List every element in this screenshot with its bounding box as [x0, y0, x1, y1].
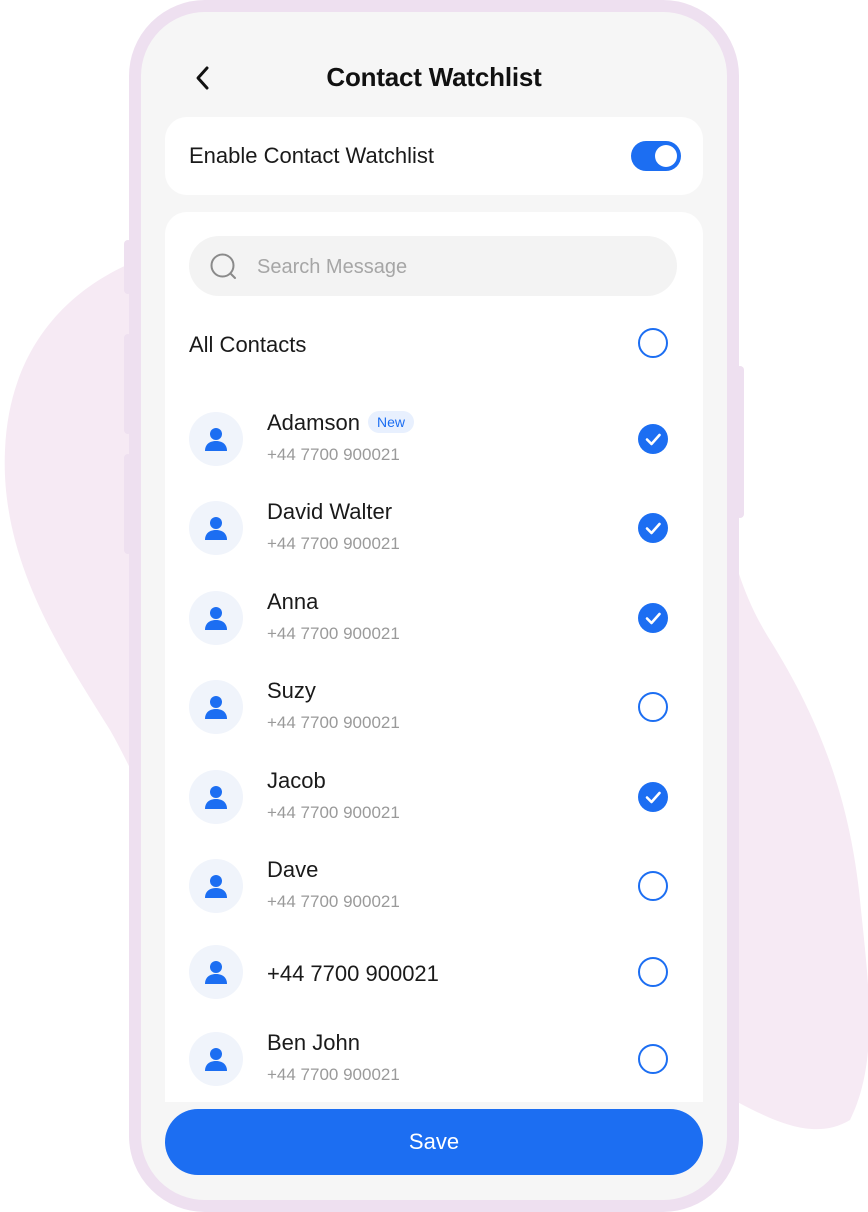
contact-name-text: Dave [267, 857, 319, 882]
toggle-knob [655, 145, 677, 167]
contact-checkbox[interactable] [638, 513, 668, 543]
contact-phone: +44 7700 900021 [267, 1065, 400, 1084]
contact-phone: +44 7700 900021 [267, 624, 400, 643]
contact-phone: +44 7700 900021 [267, 713, 400, 732]
contact-phone: +44 7700 900021 [267, 803, 400, 822]
contact-checkbox[interactable] [638, 871, 668, 901]
person-icon [205, 428, 227, 451]
stage: Contact Watchlist Enable Contact Watchli… [0, 0, 868, 1212]
person-icon [205, 786, 227, 809]
contact-name: Suzy [267, 678, 316, 704]
check-icon [645, 612, 661, 625]
all-contacts-label: All Contacts [189, 332, 307, 357]
contact-phone: +44 7700 900021 [267, 445, 400, 464]
check-icon [645, 522, 661, 535]
person-icon [205, 875, 227, 898]
contact-checkbox[interactable] [638, 782, 668, 812]
contact-name: Adamson New [267, 410, 414, 436]
contact-name: Jacob [267, 768, 326, 794]
page-title: Contact Watchlist [326, 62, 542, 92]
person-icon [205, 961, 227, 984]
all-contacts-checkbox[interactable] [638, 328, 668, 358]
app-screen: Contact Watchlist Enable Contact Watchli… [141, 12, 727, 1200]
contact-name-text: Jacob [267, 768, 326, 793]
person-icon [205, 517, 227, 540]
contacts-card: All Contacts AdamsonNew+44 7700 900021Da… [165, 212, 703, 1102]
contact-name-text: Anna [267, 589, 319, 614]
check-icon [645, 791, 661, 804]
avatar [189, 680, 243, 734]
contact-name: Ben John [267, 1030, 360, 1056]
avatar [189, 859, 243, 913]
search-icon [210, 253, 236, 279]
contact-checkbox[interactable] [638, 1044, 668, 1074]
contact-row[interactable]: Jacob +44 7700 900021 [165, 758, 703, 838]
check-icon [645, 433, 661, 446]
contact-row[interactable]: Anna +44 7700 900021 [165, 579, 703, 659]
watchlist-toggle-card: Enable Contact Watchlist [165, 117, 703, 195]
contact-row[interactable]: David Walter +44 7700 900021 [165, 489, 703, 569]
contact-checkbox[interactable] [638, 957, 668, 987]
contact-phone: +44 7700 900021 [267, 892, 400, 911]
contact-name-text: Adamson [267, 410, 360, 435]
avatar [189, 1032, 243, 1086]
watchlist-toggle-switch[interactable] [631, 141, 681, 171]
person-icon [205, 607, 227, 630]
contact-checkbox[interactable] [638, 424, 668, 454]
contact-number: +44 7700 900021 [267, 961, 439, 986]
watchlist-toggle-label: Enable Contact Watchlist [189, 143, 434, 168]
contact-row[interactable]: Dave +44 7700 900021 [165, 847, 703, 927]
contact-row[interactable]: Suzy +44 7700 900021 [165, 668, 703, 748]
phone-frame: Contact Watchlist Enable Contact Watchli… [129, 0, 739, 1212]
contact-name-text: Ben John [267, 1030, 360, 1055]
contact-checkbox[interactable] [638, 603, 668, 633]
avatar [189, 591, 243, 645]
contact-name-text: David Walter [267, 499, 393, 524]
contact-row[interactable]: Adamson New +44 7700 900021 [165, 400, 703, 480]
contact-name: Anna [267, 589, 318, 615]
avatar [189, 770, 243, 824]
avatar [189, 945, 243, 999]
contact-row[interactable]: +44 7700 900021 [165, 933, 703, 1013]
contact-phone: +44 7700 900021 [267, 534, 400, 553]
person-icon [205, 696, 227, 719]
avatar [189, 501, 243, 555]
save-button[interactable]: Save [165, 1109, 703, 1175]
contact-name: Dave [267, 857, 318, 883]
contact-checkbox[interactable] [638, 692, 668, 722]
new-badge: New [367, 411, 414, 433]
search-bar [189, 236, 677, 298]
contact-row[interactable]: Ben John +44 7700 900021 [165, 1020, 703, 1100]
contact-name-text: Suzy [267, 678, 316, 703]
avatar [189, 412, 243, 466]
contact-name: David Walter [267, 499, 392, 525]
person-icon [205, 1048, 227, 1071]
search-input[interactable] [255, 236, 659, 298]
